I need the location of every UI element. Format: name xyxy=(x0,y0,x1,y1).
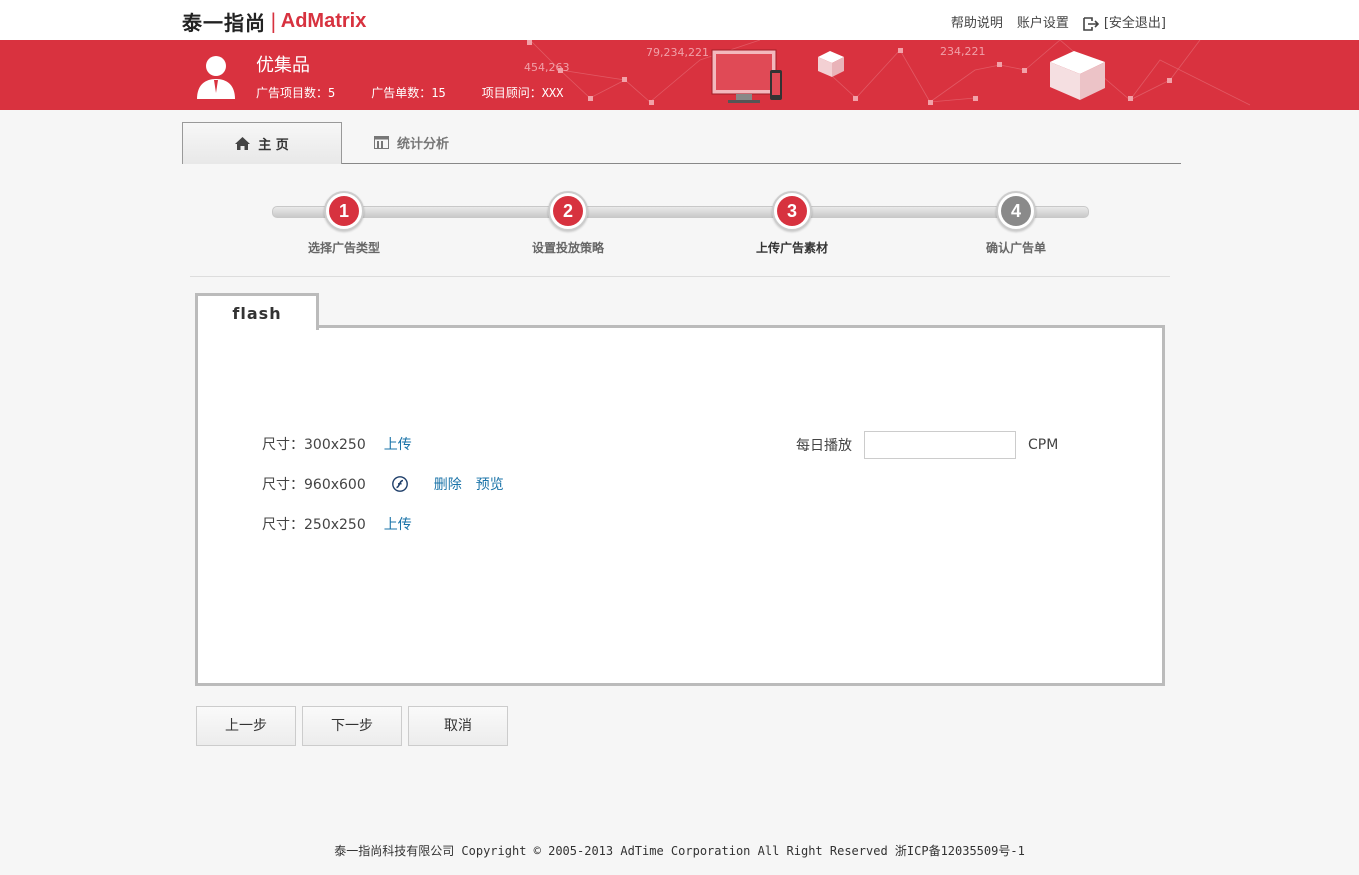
statistics-icon xyxy=(374,135,389,149)
home-icon xyxy=(235,137,251,150)
step-4-label: 确认广告单 xyxy=(985,241,1046,255)
step-1-label: 选择广告类型 xyxy=(307,241,380,255)
account-settings-link[interactable]: 账户设置 xyxy=(1017,12,1069,31)
step-1-number: 1 xyxy=(329,196,359,226)
logo-cn: 泰一指尚 xyxy=(182,10,266,35)
footer-copyright: 泰一指尚科技有限公司 Copyright © 2005-2013 AdTime … xyxy=(334,844,1025,858)
tab-home-label: 主 页 xyxy=(258,138,289,153)
tab-statistics[interactable]: 统计分析 xyxy=(374,122,484,162)
ad-project-count: 广告项目数：5 xyxy=(256,86,336,100)
step-4-number: 4 xyxy=(1001,196,1031,226)
user-avatar-icon xyxy=(197,56,235,99)
tab-statistics-label: 统计分析 xyxy=(397,136,450,152)
step-3-number: 3 xyxy=(777,196,807,226)
step-3-circle: 3 xyxy=(772,191,812,231)
banner-number-1: 79,234,221 xyxy=(646,46,709,59)
cpm-unit: CPM xyxy=(1028,437,1059,453)
size-label: 尺寸：960x600 xyxy=(262,477,366,493)
step-1: 1 选择广告类型 xyxy=(294,191,394,256)
top-links: 帮助说明 账户设置 [安全退出] xyxy=(951,12,1166,31)
step-3-label: 上传广告素材 xyxy=(755,241,828,255)
size-row-3: 尺寸：250x250 上传 xyxy=(262,514,412,534)
step-3: 3 上传广告素材 xyxy=(742,191,842,256)
daily-play-input[interactable] xyxy=(864,431,1016,459)
tab-home[interactable]: 主 页 xyxy=(182,122,342,164)
banner-number-3: 234,221 xyxy=(940,45,986,58)
step-2: 2 设置投放策略 xyxy=(518,191,618,256)
tab-flash-connector xyxy=(198,324,316,330)
logout-label: [安全退出] xyxy=(1103,16,1166,31)
delete-link[interactable]: 删除 xyxy=(434,474,462,494)
cancel-button[interactable]: 取消 xyxy=(408,706,508,746)
upload-panel xyxy=(195,325,1165,686)
step-2-label: 设置投放策略 xyxy=(531,241,604,255)
upload-link[interactable]: 上传 xyxy=(384,434,412,454)
logo-separator: | xyxy=(270,9,277,33)
logo[interactable]: 泰一指尚 | AdMatrix xyxy=(182,8,367,35)
step-4-circle: 4 xyxy=(996,191,1036,231)
top-bar: 泰一指尚 | AdMatrix 帮助说明 账户设置 [安全退出] xyxy=(0,0,1359,40)
next-step-button[interactable]: 下一步 xyxy=(302,706,402,746)
size-row-1: 尺寸：300x250 上传 xyxy=(262,434,412,454)
step-2-number: 2 xyxy=(553,196,583,226)
preview-link[interactable]: 预览 xyxy=(476,474,504,494)
size-row-2: 尺寸：960x600 删除 预览 xyxy=(262,474,504,494)
size-label: 尺寸：250x250 xyxy=(262,517,366,533)
daily-play-label: 每日播放 xyxy=(796,438,852,454)
user-name: 优集品 xyxy=(256,55,310,76)
step-4: 4 确认广告单 xyxy=(966,191,1066,256)
logout-icon xyxy=(1083,16,1099,31)
step-1-circle: 1 xyxy=(324,191,364,231)
logout-link[interactable]: [安全退出] xyxy=(1083,12,1166,31)
logo-en: AdMatrix xyxy=(280,9,367,32)
prev-step-button[interactable]: 上一步 xyxy=(196,706,296,746)
user-banner: 79,234,221 454,263 234,221 优集品 广告项目数：5 广… xyxy=(0,40,1359,110)
ad-order-count: 广告单数：15 xyxy=(371,86,446,100)
consultant: 项目顾问：XXX xyxy=(481,86,564,100)
banner-number-2: 454,263 xyxy=(524,61,570,74)
size-label: 尺寸：300x250 xyxy=(262,437,366,453)
daily-play-row: 每日播放 CPM xyxy=(796,431,1058,459)
help-link[interactable]: 帮助说明 xyxy=(951,12,1003,31)
progress-steps: 1 选择广告类型 2 设置投放策略 3 上传广告素材 4 确认广告单 xyxy=(190,185,1170,277)
upload-link[interactable]: 上传 xyxy=(384,514,412,534)
step-2-circle: 2 xyxy=(548,191,588,231)
main-tabs: 主 页 统计分析 xyxy=(182,122,1181,164)
user-stats: 广告项目数：5 广告单数：15 项目顾问：XXX xyxy=(256,84,563,101)
flash-file-icon xyxy=(391,476,408,492)
